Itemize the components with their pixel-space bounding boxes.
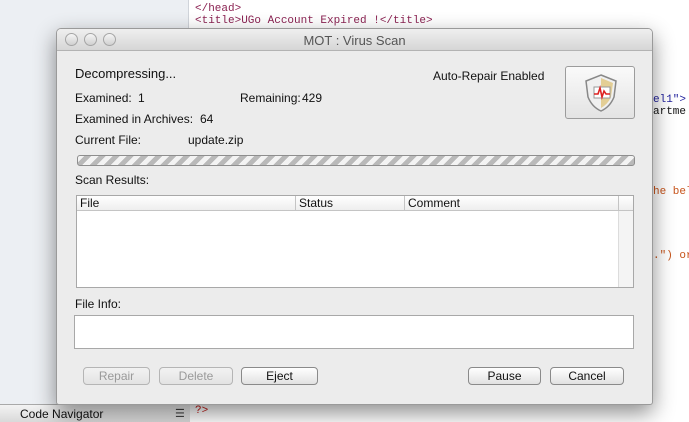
- scan-status: Decompressing...: [75, 66, 177, 81]
- file-info-label: File Info:: [75, 297, 122, 311]
- column-header-status[interactable]: Status: [296, 196, 405, 211]
- pause-button[interactable]: Pause: [468, 367, 541, 385]
- code-line-title: <title>UGo Account Expired !</title>: [195, 15, 433, 27]
- current-file-value: update.zip: [188, 133, 244, 147]
- virus-scan-dialog: MOT : Virus Scan Decompressing... Auto-R…: [56, 28, 653, 405]
- examined-value: 1: [138, 91, 145, 105]
- code-line-php-close: ?>: [195, 405, 209, 417]
- column-header-file[interactable]: File: [77, 196, 296, 211]
- cancel-button[interactable]: Cancel: [550, 367, 624, 385]
- code-navigator-bar[interactable]: Code Navigator ☰: [0, 404, 190, 422]
- list-icon[interactable]: ☰: [175, 407, 185, 420]
- examined-label: Examined:: [75, 91, 132, 105]
- eject-button[interactable]: Eject: [241, 367, 318, 385]
- code-line-fragment-1: el1">: [653, 94, 687, 106]
- current-file-label: Current File:: [75, 133, 142, 147]
- scan-results-label: Scan Results:: [75, 173, 150, 187]
- code-line-fragment-3: he bel: [653, 186, 689, 198]
- delete-button[interactable]: Delete: [159, 367, 233, 385]
- scan-progress-bar: [77, 155, 635, 166]
- scan-results-table[interactable]: File Status Comment: [76, 195, 634, 288]
- remaining-value: 429: [302, 91, 323, 105]
- remaining-label: Remaining:: [240, 91, 301, 105]
- title-bar[interactable]: MOT : Virus Scan: [57, 29, 652, 51]
- window-title: MOT : Virus Scan: [303, 33, 406, 48]
- antivirus-shield-icon: [565, 66, 635, 119]
- table-header: File Status Comment: [77, 196, 633, 211]
- examined-archives-value: 64: [200, 112, 214, 126]
- code-navigator-label: Code Navigator: [20, 407, 104, 421]
- file-info-field[interactable]: [74, 315, 634, 349]
- repair-button[interactable]: Repair: [83, 367, 150, 385]
- auto-repair-status: Auto-Repair Enabled: [433, 69, 545, 83]
- examined-archives-label: Examined in Archives:: [75, 112, 194, 126]
- table-scrollbar[interactable]: [618, 211, 633, 287]
- column-header-comment[interactable]: Comment: [405, 196, 619, 211]
- code-line-fragment-4: .") or: [653, 250, 689, 262]
- code-line-head: </head>: [195, 3, 242, 15]
- code-line-fragment-2: artme: [653, 106, 687, 118]
